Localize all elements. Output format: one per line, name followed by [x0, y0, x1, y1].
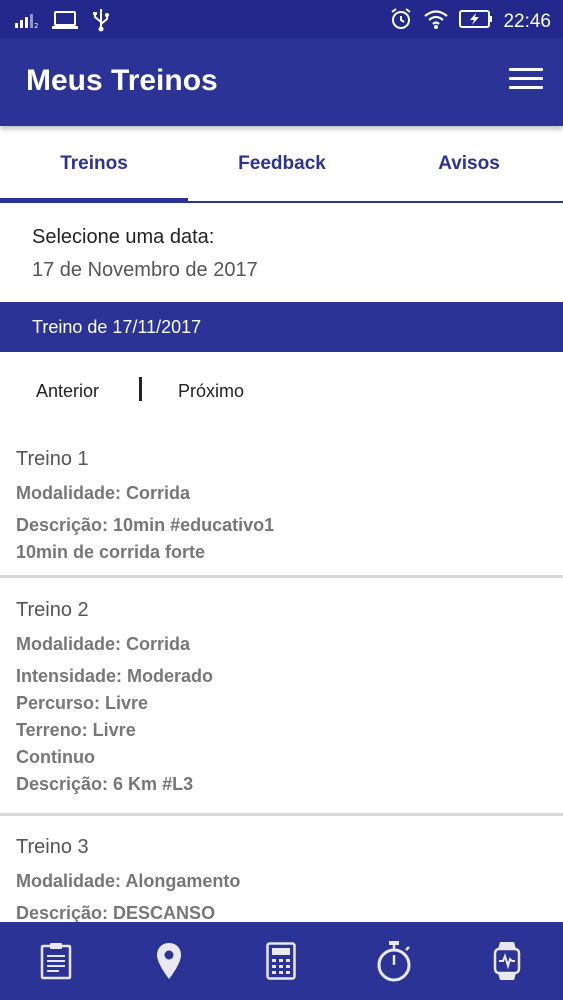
next-button[interactable]: Próximo — [178, 381, 244, 402]
signal-icon: 2 — [14, 11, 38, 34]
laptop-icon — [52, 10, 78, 35]
smartwatch-icon[interactable] — [477, 931, 537, 991]
page-title: Meus Treinos — [26, 64, 218, 97]
previous-button[interactable]: Anterior — [36, 381, 99, 402]
treino-percurso: Percurso: Livre — [16, 693, 149, 713]
pagination-divider — [139, 377, 142, 401]
treino-descricao: Descrição: 6 Km #L3 — [16, 774, 194, 794]
date-picker[interactable]: Selecione uma data: 17 de Novembro de 20… — [32, 226, 258, 282]
treino-tipo: Continuo — [16, 747, 95, 767]
usb-icon — [92, 8, 110, 37]
tab-avisos[interactable]: Avisos — [375, 126, 563, 201]
treino-modalidade: Modalidade: Alongamento — [16, 871, 241, 891]
treino-title: Treino 3 — [16, 836, 89, 858]
treino-intensidade: Intensidade: Moderado — [16, 666, 214, 686]
status-bar: 2 22:46 — [0, 0, 563, 38]
date-label: Selecione uma data: — [32, 226, 215, 248]
treino-modalidade: Modalidade: Corrida — [16, 483, 191, 503]
alarm-icon — [389, 7, 413, 36]
wifi-icon — [423, 8, 449, 35]
calculator-icon[interactable] — [251, 931, 311, 991]
treino-terreno: Terreno: Livre — [16, 720, 136, 740]
location-pin-icon[interactable] — [139, 931, 199, 991]
app-bar: Meus Treinos — [0, 38, 563, 126]
tab-bar: Treinos Feedback Avisos — [0, 126, 563, 203]
treino-modalidade: Modalidade: Corrida — [16, 634, 191, 654]
list-item[interactable]: Treino 2 Modalidade: Corrida Intensidade… — [0, 599, 563, 816]
date-value[interactable]: 17 de Novembro de 2017 — [32, 259, 258, 282]
treino-title: Treino 1 — [16, 448, 89, 470]
battery-icon — [459, 9, 493, 34]
treino-descricao: Descrição: 10min #educativo1 — [16, 515, 275, 535]
bottom-nav — [0, 922, 563, 1000]
status-time: 22:46 — [503, 10, 551, 32]
pagination: Anterior Próximo — [0, 372, 563, 412]
svg-text:2: 2 — [34, 22, 38, 29]
clipboard-icon[interactable] — [26, 931, 86, 991]
list-item[interactable]: Treino 1 Modalidade: Corrida Descrição: … — [0, 448, 563, 578]
hamburger-menu-icon[interactable] — [509, 68, 543, 94]
tab-treinos[interactable]: Treinos — [0, 126, 188, 203]
stopwatch-icon[interactable] — [364, 931, 424, 991]
tab-feedback[interactable]: Feedback — [188, 126, 376, 201]
treino-descricao-cont: 10min de corrida forte — [16, 542, 206, 562]
treino-title: Treino 2 — [16, 599, 89, 621]
section-header: Treino de 17/11/2017 — [0, 302, 563, 352]
